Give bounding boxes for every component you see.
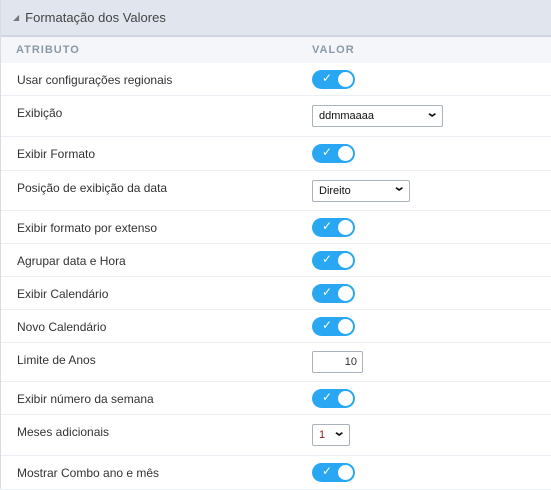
value-cell: ✓ <box>312 69 355 89</box>
check-icon: ✓ <box>322 317 333 332</box>
attribute-label: Exibir formato por extenso <box>17 221 158 235</box>
toggle-knob <box>338 465 353 480</box>
check-icon: ✓ <box>322 70 333 85</box>
value-cell: 1 ⌄ <box>312 424 350 446</box>
value-cell: ✓ <box>312 388 355 408</box>
check-icon: ✓ <box>322 389 333 404</box>
attribute-label: Usar configurações regionais <box>17 73 173 87</box>
chevron-down-icon: ⌄ <box>425 106 439 120</box>
check-icon: ✓ <box>322 145 333 159</box>
select-dropdown[interactable]: Direito ⌄ <box>312 179 410 202</box>
value-cell: 10 <box>312 351 363 373</box>
select-dropdown[interactable]: ddmmaaaa ⌄ <box>312 105 443 127</box>
attribute-label: Exibir número da semana <box>17 392 154 406</box>
value-cell: ✓ <box>312 316 355 336</box>
table-row: Novo Calendário ✓ <box>1 310 551 343</box>
attribute-label: Novo Calendário <box>17 320 107 334</box>
toggle-switch[interactable]: ✓ <box>312 217 355 237</box>
column-header: ATRIBUTO VALOR <box>1 37 551 63</box>
toggle-switch[interactable]: ✓ <box>312 250 355 270</box>
toggle-switch[interactable]: ✓ <box>312 69 355 89</box>
number-input[interactable]: 10 <box>312 351 363 373</box>
collapse-triangle-icon[interactable]: ◢ <box>13 13 19 22</box>
select-dropdown[interactable]: 1 ⌄ <box>312 424 350 446</box>
toggle-knob <box>338 219 353 235</box>
select-value: 1 <box>319 429 326 441</box>
toggle-knob <box>338 71 353 87</box>
formatting-panel: ◢ Formatação dos Valores ATRIBUTO VALOR Us… <box>0 0 551 490</box>
toggle-knob <box>338 390 353 406</box>
table-row: Exibição ddmmaaaa ⌄ <box>1 96 551 137</box>
value-cell: ddmmaaaa ⌄ <box>312 105 443 127</box>
panel-title: Formatação dos Valores <box>25 10 166 25</box>
table-row: Exibir Calendário ✓ <box>1 277 551 310</box>
toggle-switch[interactable]: ✓ <box>312 388 355 408</box>
toggle-switch[interactable]: ✓ <box>312 283 355 303</box>
value-cell: Direito ⌄ <box>312 179 410 202</box>
value-cell: ✓ <box>312 217 355 237</box>
value-cell: ✓ <box>312 463 355 482</box>
toggle-switch[interactable]: ✓ <box>312 144 355 163</box>
select-value: Direito <box>319 184 351 197</box>
check-icon: ✓ <box>322 284 333 299</box>
panel-header[interactable]: ◢ Formatação dos Valores <box>1 0 551 37</box>
table-row: Exibir Formato ✓ <box>1 137 551 171</box>
attribute-label: Limite de Anos <box>17 353 96 367</box>
value-cell: ✓ <box>312 283 355 303</box>
toggle-knob <box>338 285 353 301</box>
toggle-switch[interactable]: ✓ <box>312 463 355 482</box>
value-cell: ✓ <box>312 250 355 270</box>
table-row: Usar configurações regionais ✓ <box>1 63 551 96</box>
chevron-down-icon: ⌄ <box>332 425 346 439</box>
attribute-label: Posição de exibição da data <box>17 181 168 195</box>
attribute-label: Meses adicionais <box>17 425 110 439</box>
table-row: Agrupar data e Hora ✓ <box>1 244 551 277</box>
value-cell: ✓ <box>312 144 355 163</box>
table-row: Exibir formato por extenso ✓ <box>1 211 551 244</box>
table-row: Meses adicionais 1 ⌄ <box>1 415 551 456</box>
select-value: ddmmaaaa <box>319 110 375 122</box>
chevron-down-icon: ⌄ <box>392 180 406 195</box>
check-icon: ✓ <box>322 218 333 233</box>
attribute-label: Exibir Calendário <box>17 287 109 301</box>
table-row: Posição de exibição da data Direito ⌄ <box>1 171 551 211</box>
toggle-knob <box>338 146 353 161</box>
check-icon: ✓ <box>322 251 333 266</box>
attribute-label: Exibição <box>17 106 63 120</box>
col-value: VALOR <box>312 44 355 56</box>
toggle-knob <box>338 252 353 268</box>
toggle-switch[interactable]: ✓ <box>312 316 355 336</box>
table-row: Limite de Anos 10 <box>1 343 551 382</box>
table-row: Exibir número da semana ✓ <box>1 382 551 415</box>
attribute-label: Agrupar data e Hora <box>17 254 126 268</box>
toggle-knob <box>338 318 353 334</box>
attribute-label: Exibir Formato <box>17 147 96 161</box>
attribute-label: Mostrar Combo ano e mês <box>17 466 160 480</box>
table-row: Mostrar Combo ano e mês ✓ <box>1 456 551 490</box>
check-icon: ✓ <box>322 464 333 478</box>
col-attribute: ATRIBUTO <box>16 44 80 56</box>
